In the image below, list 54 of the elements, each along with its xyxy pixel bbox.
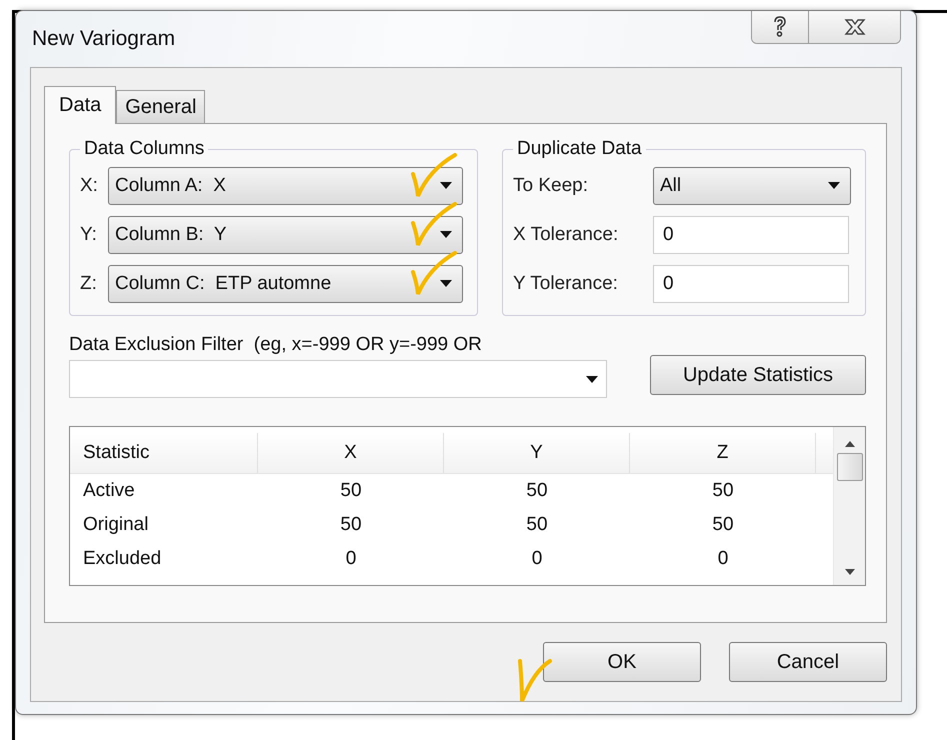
dropdown-arrow-icon bbox=[586, 376, 598, 382]
scroll-thumb[interactable] bbox=[836, 453, 862, 481]
table-cell-text: 0 bbox=[530, 547, 544, 571]
scrollbar[interactable] bbox=[833, 427, 865, 585]
table-cell-text: 50 bbox=[339, 479, 363, 503]
tolerance-field[interactable]: 0 bbox=[653, 264, 849, 302]
dropdown-arrow-icon bbox=[440, 280, 452, 287]
scroll-down-icon bbox=[844, 569, 854, 575]
column-header[interactable]: Z bbox=[630, 433, 816, 473]
check-mark-icon bbox=[409, 152, 459, 200]
close-button[interactable] bbox=[808, 11, 900, 43]
update-statistics-button[interactable]: Update Statistics bbox=[650, 355, 866, 395]
table-cell-text: 50 bbox=[711, 513, 735, 537]
field-label: Y Tolerance: bbox=[513, 272, 619, 294]
check-mark-icon bbox=[409, 201, 459, 249]
column-dropdown[interactable]: Column A: X bbox=[108, 166, 463, 204]
group-title: Duplicate Data bbox=[516, 138, 643, 160]
scroll-up-icon bbox=[844, 441, 854, 447]
table-cell-text: 0 bbox=[344, 547, 358, 571]
close-icon bbox=[844, 19, 866, 35]
table-cell-text: Active bbox=[82, 479, 136, 503]
tab[interactable]: General bbox=[116, 90, 206, 123]
field-label: To Keep: bbox=[513, 174, 589, 196]
tolerance-field[interactable]: 0 bbox=[653, 216, 849, 254]
table-cell-text: 0 bbox=[716, 547, 730, 571]
field-label: X Tolerance: bbox=[513, 224, 620, 246]
window-title: New Variogram bbox=[32, 27, 176, 51]
keep-dropdown[interactable]: All bbox=[653, 166, 851, 204]
group-title: Data Columns bbox=[83, 138, 206, 160]
column-header[interactable]: X bbox=[258, 433, 444, 473]
dropdown-arrow-icon bbox=[440, 231, 452, 238]
column-header[interactable]: Y bbox=[444, 433, 630, 473]
table-cell-text: 50 bbox=[525, 479, 549, 503]
column-dropdown[interactable]: Column B: Y bbox=[108, 216, 463, 254]
filter-dropdown[interactable] bbox=[69, 360, 607, 398]
help-button[interactable] bbox=[752, 11, 808, 43]
tab[interactable]: Data bbox=[44, 86, 116, 124]
help-icon bbox=[773, 16, 787, 38]
field-label: Z: bbox=[80, 272, 98, 294]
dropdown-arrow-icon bbox=[440, 182, 452, 189]
dialog-button[interactable]: Cancel bbox=[729, 642, 887, 682]
table-cell-text: Excluded bbox=[82, 547, 162, 571]
field-label: Y: bbox=[80, 224, 98, 246]
filter-label: Data Exclusion Filter (eg, x=-999 OR y=-999 OR bbox=[69, 334, 483, 356]
column-header[interactable]: Statistic bbox=[70, 433, 258, 473]
check-mark-icon bbox=[409, 250, 459, 298]
dropdown-arrow-icon bbox=[828, 182, 840, 189]
table-cell-text: 50 bbox=[525, 513, 549, 537]
field-label: X: bbox=[80, 174, 99, 196]
table-cell-text: 50 bbox=[711, 479, 735, 503]
dialog-button[interactable]: OK bbox=[543, 642, 701, 682]
table-cell-text: Original bbox=[82, 513, 150, 537]
column-dropdown[interactable]: Column C: ETP automne bbox=[108, 264, 463, 302]
table-cell-text: 50 bbox=[339, 513, 363, 537]
